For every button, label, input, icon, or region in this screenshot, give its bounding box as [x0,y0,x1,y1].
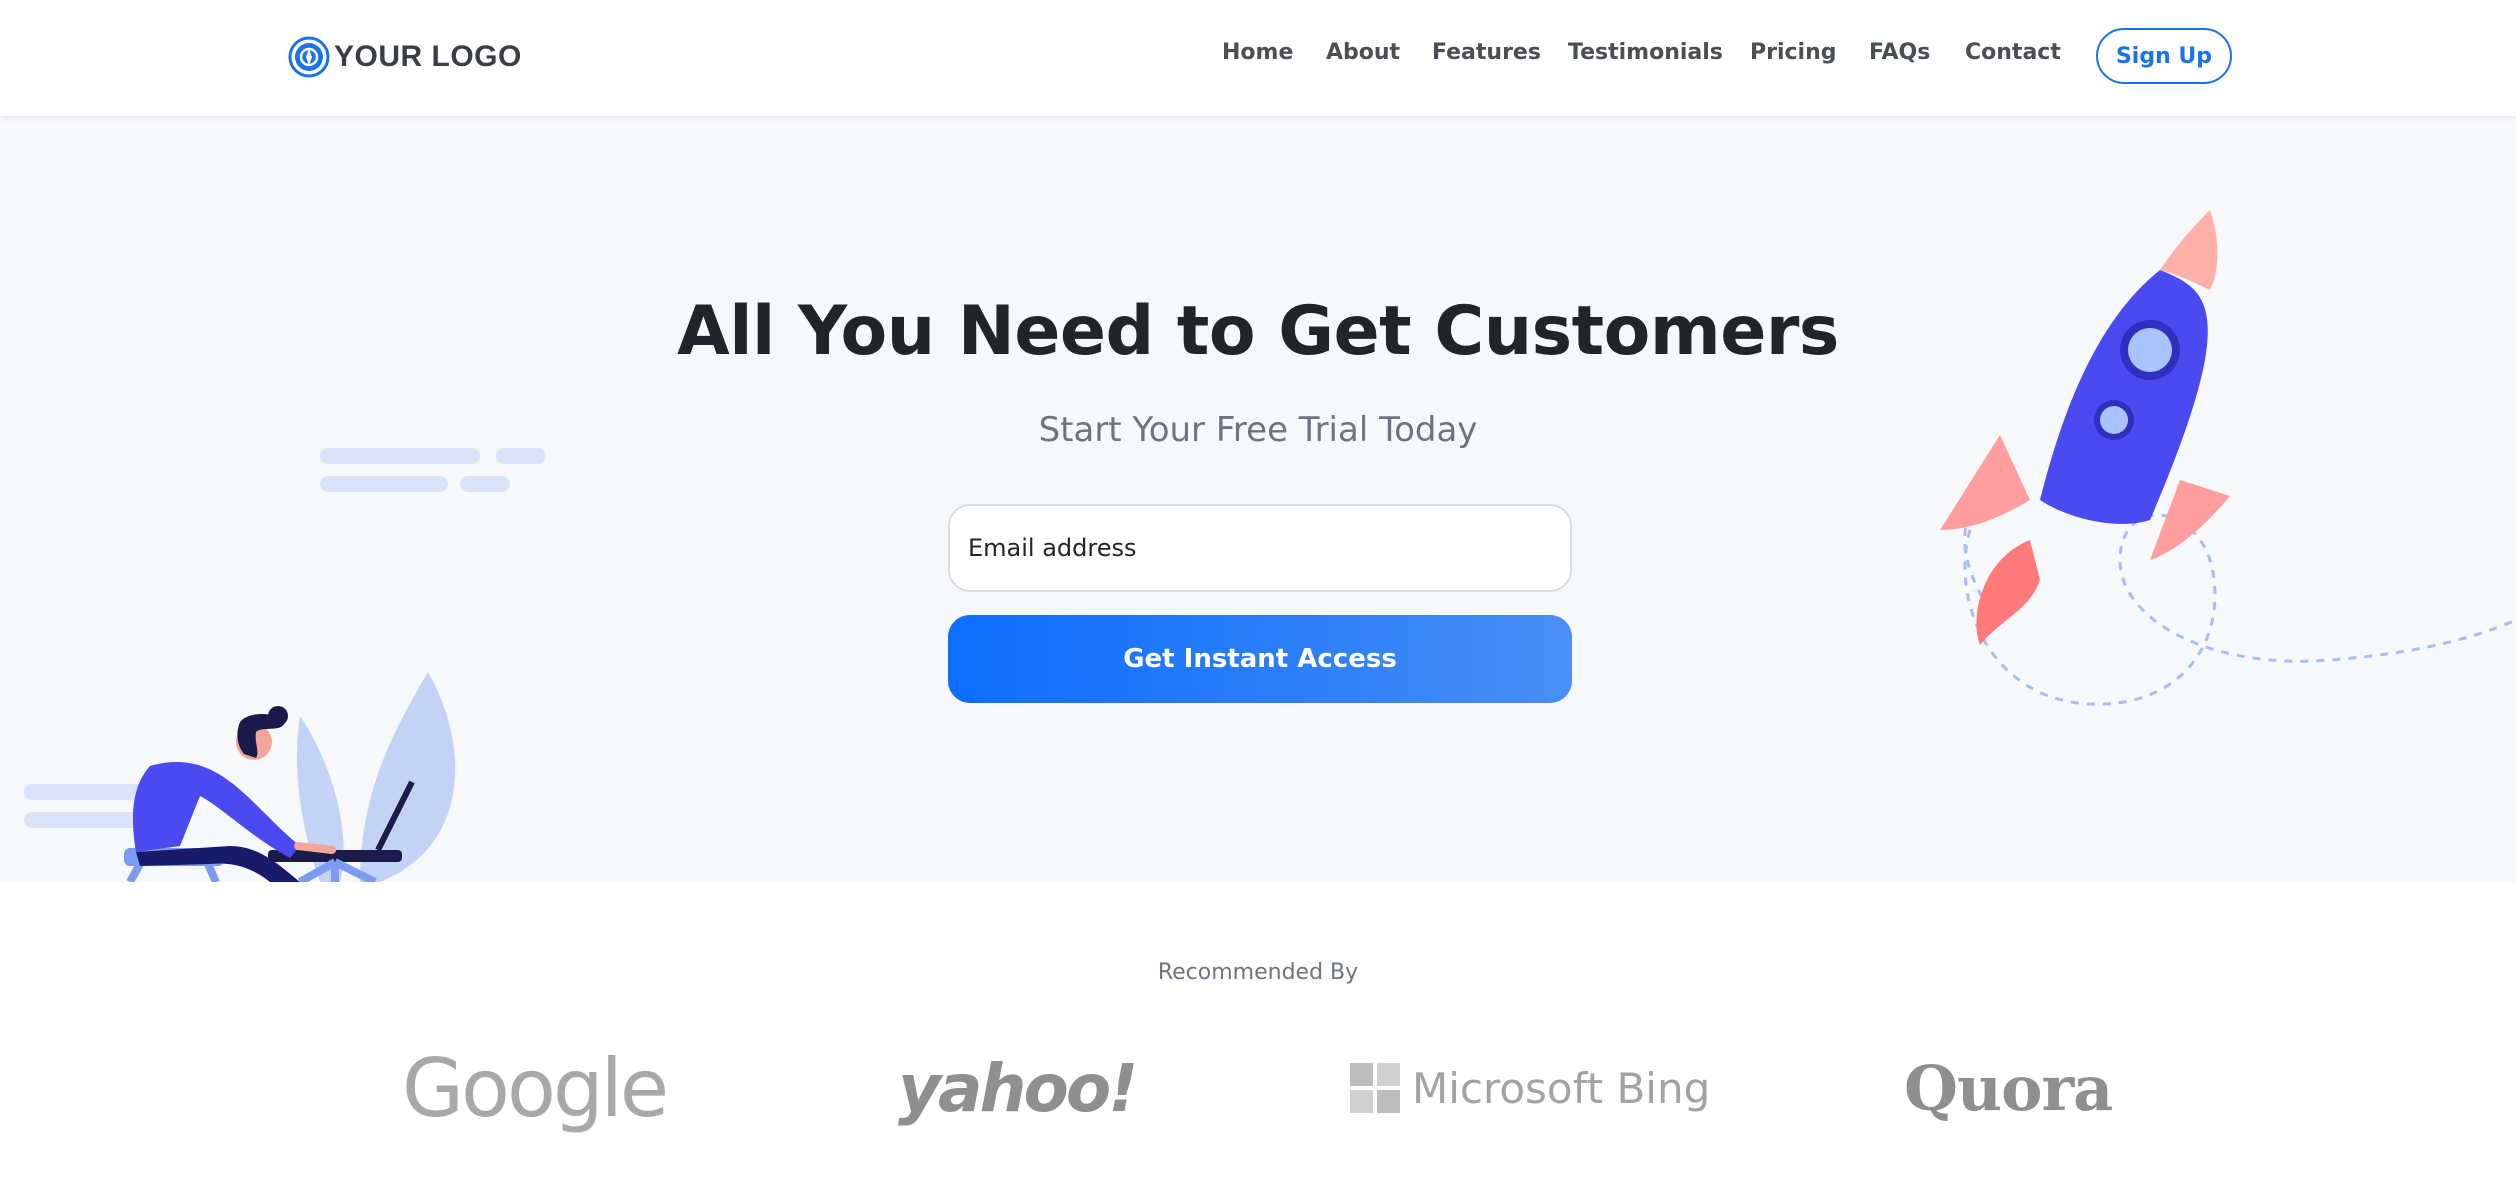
quora-logo: Quora [1904,1048,2113,1128]
google-wordmark: Google [402,1041,669,1135]
nav-about[interactable]: About [1326,40,1400,65]
yahoo-logo: yahoo! [898,1048,1138,1128]
microsoft-grid-icon [1350,1063,1400,1113]
rocket-illustration [1940,210,2516,706]
nav-faqs[interactable]: FAQs [1869,40,1930,65]
nav-pricing[interactable]: Pricing [1750,40,1837,65]
nav-features[interactable]: Features [1432,40,1541,65]
decorative-lines [320,448,546,492]
google-logo: Google [402,1042,669,1135]
nav-testimonials[interactable]: Testimonials [1568,40,1723,65]
hero-section: All You Need to Get Customers Start Your… [0,116,2516,882]
get-instant-access-button[interactable]: Get Instant Access [948,615,1572,703]
site-header: YOUR LOGO Home About Features Testimonia… [0,0,2516,116]
quora-wordmark: Quora [1904,1051,2113,1125]
nav-home[interactable]: Home [1222,40,1293,65]
email-input[interactable] [948,504,1572,592]
nav-contact[interactable]: Contact [1965,40,2061,65]
yahoo-wordmark: yahoo! [898,1049,1138,1127]
sign-up-button[interactable]: Sign Up [2096,28,2232,84]
microsoft-bing-logo: Microsoft Bing [1350,1048,1710,1128]
recommended-label: Recommended By [1157,960,1359,985]
microsoft-bing-wordmark: Microsoft Bing [1412,1063,1711,1113]
person-laptop-illustration [24,672,456,882]
